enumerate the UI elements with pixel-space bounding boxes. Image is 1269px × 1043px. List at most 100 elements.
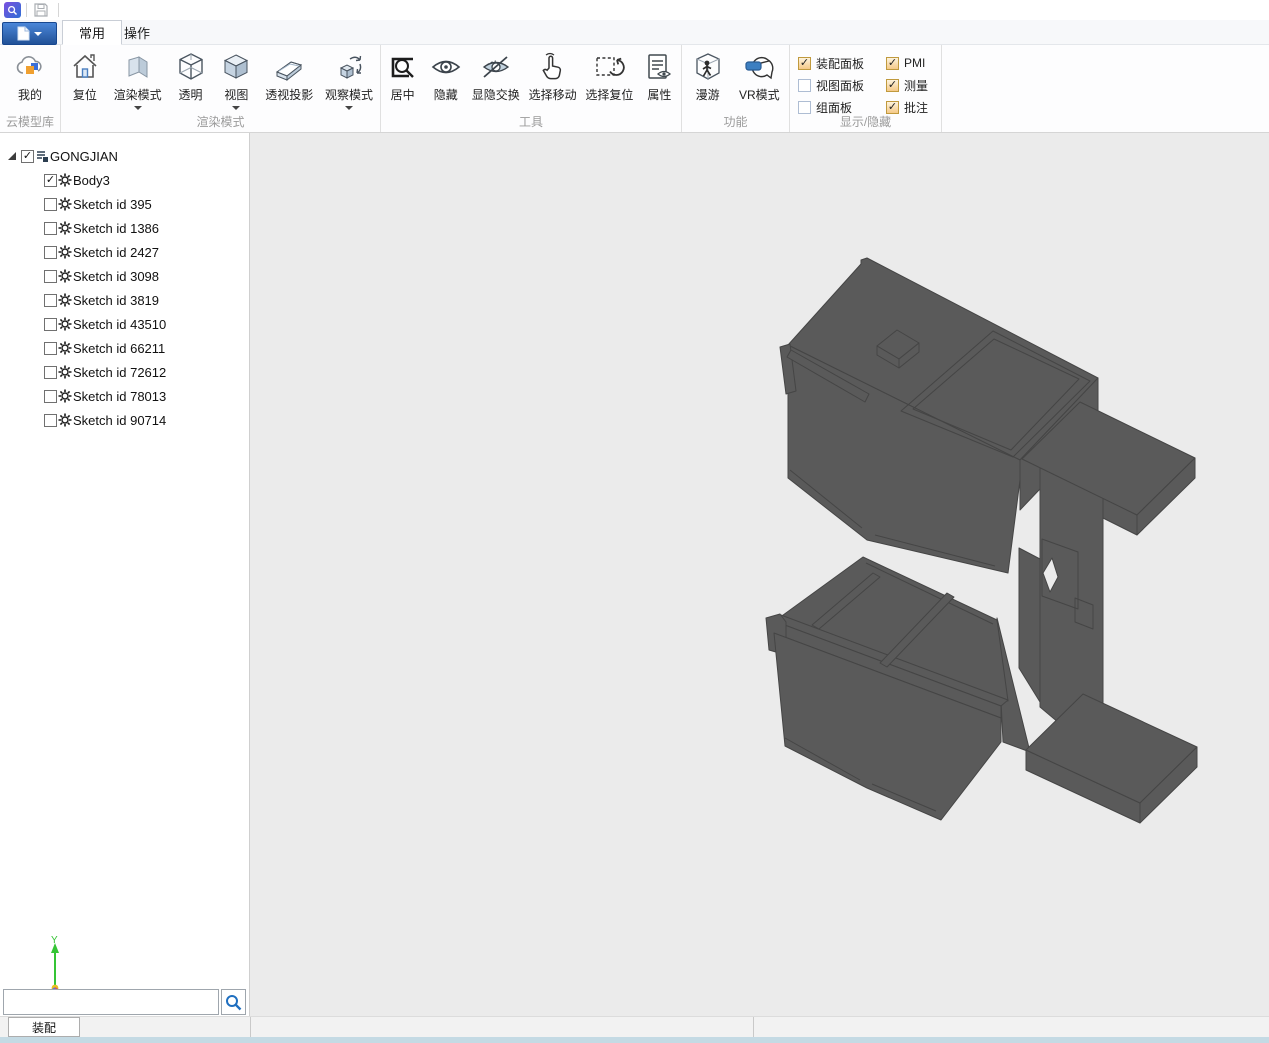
app-logo-icon[interactable] [4, 2, 21, 18]
tree-item[interactable]: Sketch id 3098 [44, 264, 159, 288]
walkthrough-button[interactable]: 漫游 [686, 50, 730, 103]
tree-item-label: GONGJIAN [50, 148, 118, 164]
checkbox-measure[interactable]: ✓ 测量 [886, 74, 946, 96]
properties-button[interactable]: 属性 [638, 50, 681, 103]
gizmo-y-label: Y [51, 935, 58, 946]
tree-item[interactable]: Sketch id 43510 [44, 312, 166, 336]
gear-icon [58, 341, 72, 355]
checkbox[interactable] [798, 100, 811, 114]
checkbox[interactable]: ✓ [886, 56, 899, 70]
3d-viewport[interactable] [250, 133, 1269, 1016]
checkbox[interactable] [44, 245, 57, 259]
tree-item[interactable]: Sketch id 66211 [44, 336, 165, 360]
eye-icon [429, 50, 463, 84]
tree-item-label: Sketch id 395 [73, 196, 152, 212]
search-button[interactable] [221, 989, 246, 1015]
model-canvas [765, 257, 1198, 824]
vr-headset-icon [742, 50, 776, 84]
group-label: 渲染模式 [196, 115, 245, 129]
checkbox[interactable]: ✓ [886, 78, 899, 92]
title-bar [0, 0, 1269, 20]
home-icon [68, 50, 102, 84]
cloud-cube-icon [13, 50, 47, 84]
tree-item[interactable]: ✓ Body3 [44, 168, 110, 192]
hand-select-icon [536, 50, 570, 84]
checkbox[interactable] [798, 78, 811, 92]
tree-item[interactable]: Sketch id 395 [44, 192, 152, 216]
checkbox-assembly-panel[interactable]: ✓ 装配面板 [798, 52, 886, 74]
tree-item[interactable]: Sketch id 1386 [44, 216, 159, 240]
file-menu-button[interactable] [2, 22, 57, 45]
tree-item-label: Sketch id 1386 [73, 220, 160, 236]
checkbox[interactable] [44, 317, 57, 331]
checkbox[interactable] [44, 269, 57, 283]
wireframe-cube-icon [174, 50, 208, 84]
group-show-hide: ✓ 装配面板 ✓ PMI 视图面板 ✓ 测量 组面板 ✓ 批注 显示/隐藏 [790, 45, 942, 132]
checkbox[interactable] [44, 197, 57, 211]
gear-icon [58, 269, 72, 283]
gear-icon [58, 197, 72, 211]
checkbox[interactable] [44, 293, 57, 307]
tree-item-label: Sketch id 66211 [73, 340, 166, 356]
tree-item[interactable]: Sketch id 78013 [44, 384, 166, 408]
checkbox[interactable] [44, 221, 57, 235]
checkbox[interactable]: ✓ [886, 100, 899, 114]
hide-button[interactable]: 隐藏 [424, 50, 467, 103]
perspective-projection-button[interactable]: 透视投影 [260, 50, 318, 103]
tree-item[interactable]: Sketch id 90714 [44, 408, 166, 432]
walk-cube-icon [691, 50, 725, 84]
tab-caozuo[interactable]: 操作 [108, 20, 166, 45]
properties-doc-icon [642, 50, 676, 84]
checkbox[interactable] [44, 389, 57, 403]
divider [250, 1017, 251, 1038]
status-bar [0, 1037, 1269, 1043]
group-label: 功能 [723, 115, 748, 129]
tree-item[interactable]: Sketch id 72612 [44, 360, 166, 384]
save-icon[interactable] [33, 2, 51, 18]
tree-item[interactable]: Sketch id 3819 [44, 288, 159, 312]
observe-mode-button[interactable]: 观察模式 [320, 50, 378, 110]
file-page-icon [17, 26, 30, 41]
render-mode-button[interactable]: 渲染模式 [109, 50, 167, 110]
model-body3 [765, 257, 1198, 824]
checkbox[interactable]: ✓ [798, 56, 811, 70]
checkbox[interactable] [44, 365, 57, 379]
checkbox[interactable]: ✓ [44, 173, 57, 187]
zoom-fit-icon [386, 50, 420, 84]
tree-item-label: Sketch id 72612 [73, 364, 167, 380]
my-models-button[interactable]: 我的 [1, 50, 59, 103]
center-button[interactable]: 居中 [381, 50, 424, 103]
ribbon: 我的 云模型库 复位 渲染模式 透明 视图 透视投影 观察模式 渲染模式 居中 … [0, 45, 1269, 133]
checkbox-pmi[interactable]: ✓ PMI [886, 52, 946, 74]
tree-item-label: Body3 [73, 172, 110, 188]
checkbox[interactable]: ✓ [21, 149, 34, 163]
chevron-down-icon [133, 106, 142, 110]
ribbon-spacer [942, 45, 1269, 132]
gear-icon [58, 221, 72, 235]
checkbox[interactable] [44, 341, 57, 355]
expander-icon[interactable] [8, 152, 16, 160]
group-cloud-library: 我的 云模型库 [0, 45, 61, 132]
gear-icon [58, 317, 72, 331]
chevron-down-icon [34, 31, 42, 36]
checkbox[interactable] [44, 413, 57, 427]
tree-item[interactable]: Sketch id 2427 [44, 240, 159, 264]
eye-swap-icon [479, 50, 513, 84]
group-render-mode: 复位 渲染模式 透明 视图 透视投影 观察模式 渲染模式 [61, 45, 381, 132]
tree-item-label: Sketch id 3098 [73, 268, 160, 284]
group-functions: 漫游 VR模式 功能 [682, 45, 790, 132]
search-input[interactable] [3, 989, 219, 1015]
checkbox-view-panel[interactable]: 视图面板 [798, 74, 886, 96]
tree-item-root[interactable]: ✓ GONGJIAN [8, 144, 118, 168]
reset-view-button[interactable]: 复位 [63, 50, 107, 103]
panel-tab-bar: 装配 [0, 1016, 1269, 1038]
toggle-visibility-button[interactable]: 显隐交换 [467, 50, 524, 103]
gear-icon [58, 245, 72, 259]
vr-mode-button[interactable]: VR模式 [733, 50, 785, 103]
transparent-button[interactable]: 透明 [169, 50, 213, 103]
tree-item-label: Sketch id 43510 [73, 316, 167, 332]
select-reset-button[interactable]: 选择复位 [581, 50, 638, 103]
view-button[interactable]: 视图 [214, 50, 258, 110]
search-icon [226, 994, 242, 1010]
select-move-button[interactable]: 选择移动 [524, 50, 581, 103]
